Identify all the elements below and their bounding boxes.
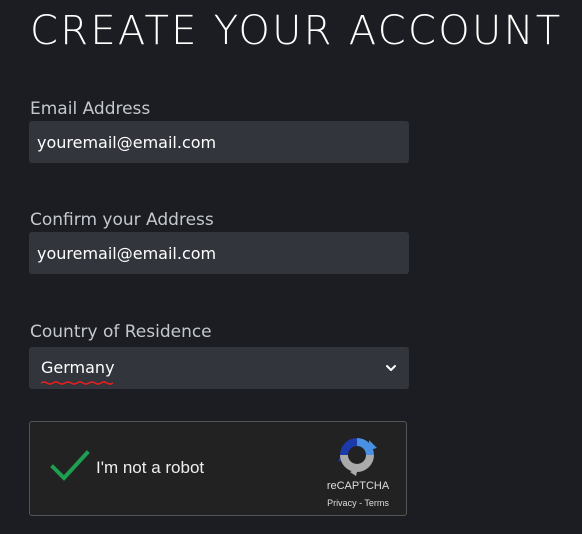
recaptcha-widget: I'm not a robot reCAPTCHA Privacy - Term… [29, 421, 407, 516]
email-label: Email Address [30, 99, 151, 119]
spellcheck-underline [41, 380, 113, 385]
recaptcha-logo-icon [338, 438, 377, 476]
confirm-email-label: Confirm your Address [30, 210, 214, 230]
confirm-email-field[interactable] [37, 243, 401, 263]
email-field-container[interactable] [29, 121, 409, 163]
recaptcha-checkbox-label: I'm not a robot [96, 458, 205, 477]
page-title: CREATE YOUR ACCOUNT [30, 8, 563, 54]
chevron-down-icon[interactable] [385, 362, 397, 374]
country-select-text: Germany [41, 357, 115, 377]
country-select[interactable]: Germany [29, 347, 409, 389]
recaptcha-terms-link[interactable]: Terms [364, 498, 389, 508]
country-label: Country of Residence [30, 322, 212, 342]
recaptcha-privacy-link[interactable]: Privacy [327, 498, 357, 508]
checkmark-icon[interactable] [50, 450, 90, 482]
recaptcha-brand: reCAPTCHA [326, 480, 390, 492]
email-field[interactable] [37, 132, 401, 152]
country-select-value: Germany [41, 357, 115, 385]
create-account-page: CREATE YOUR ACCOUNT Email Address Confir… [0, 0, 582, 534]
confirm-email-field-container[interactable] [29, 232, 409, 274]
recaptcha-links: Privacy - Terms [308, 498, 408, 508]
